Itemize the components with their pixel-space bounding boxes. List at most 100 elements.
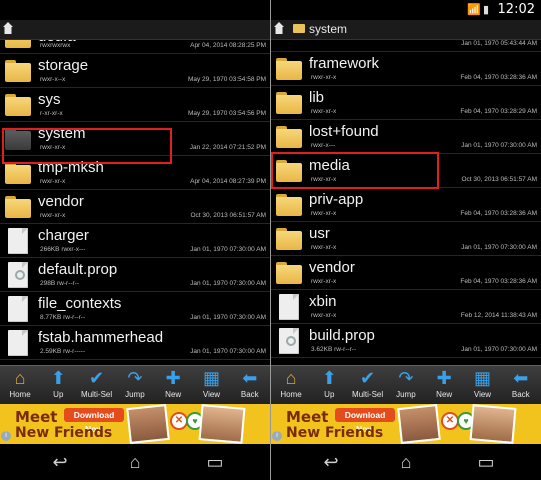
folder-icon — [276, 92, 302, 116]
view-button[interactable]: ▦ View — [193, 368, 231, 402]
file-name: tmp-mksh — [38, 159, 104, 176]
list-item[interactable]: lib rwxr-xr-x Feb 04, 1970 03:28:29 AM — [271, 86, 541, 120]
back-button[interactable]: ⬅ Back — [502, 368, 540, 402]
ad-text-line2: New Friends — [15, 425, 113, 441]
list-item[interactable]: media rwxr-xr-x Oct 30, 2013 06:51:57 AM — [271, 154, 541, 188]
folder-icon — [276, 58, 302, 82]
recents-icon[interactable]: ▭ — [195, 452, 235, 472]
file-date: May 29, 1970 03:54:58 PM — [187, 76, 266, 83]
file-name: default.prop — [38, 261, 118, 278]
ad-photo — [469, 404, 517, 444]
path-bar[interactable]: system — [271, 20, 541, 40]
recents-icon[interactable]: ▭ — [466, 452, 506, 472]
arrow-up-icon: ⬆ — [321, 368, 337, 388]
file-icon — [8, 228, 28, 254]
jump-button[interactable]: ↷ Jump — [387, 368, 425, 402]
file-permissions: 3.62KB rw-r--r-- — [311, 346, 357, 353]
file-permissions: rwxr-xr-x — [40, 144, 66, 151]
jump-arrow-icon: ↷ — [127, 368, 143, 388]
list-item[interactable]: lost+found rwxr-x--- Jan 01, 1970 07:30:00… — [271, 120, 541, 154]
up-button[interactable]: ⬆ Up — [39, 368, 77, 402]
toolbar-label: New — [165, 390, 182, 399]
file-date: Oct 30, 2013 06:51:57 AM — [461, 176, 537, 183]
up-button[interactable]: ⬆ Up — [310, 368, 348, 402]
home-button[interactable]: ⌂ Home — [1, 368, 39, 402]
file-date: Jan 01, 1970 07:30:00 AM — [461, 346, 537, 353]
list-item[interactable]: xbin rwxr-xr-x Feb 12, 2014 11:38:43 AM — [271, 290, 541, 324]
home-button[interactable]: ⌂ Home — [272, 368, 310, 402]
download-now-button[interactable]: Download Now — [335, 408, 395, 434]
multi-sel-button[interactable]: ✔ Multi-Sel — [78, 368, 116, 402]
list-item[interactable]: framework rwxr-xr-x Feb 04, 1970 03:28:36 … — [271, 52, 541, 86]
download-now-button[interactable]: Download Now — [64, 408, 124, 434]
file-permissions: 298B rw-r--r-- — [40, 280, 79, 287]
back-icon[interactable]: ↩ — [40, 452, 80, 472]
toolbar-label: View — [202, 390, 221, 399]
toolbar-label: Jump — [125, 390, 145, 399]
folder-icon — [276, 194, 302, 218]
file-name: vendor — [38, 193, 84, 210]
grid-view-icon: ▦ — [473, 368, 491, 388]
multi-sel-button[interactable]: ✔ Multi-Sel — [349, 368, 387, 402]
list-item[interactable]: usr rwxr-xr-x Jan 01, 1970 07:30:00 AM — [271, 222, 541, 256]
info-icon[interactable]: i — [272, 431, 282, 441]
path-bar[interactable] — [0, 20, 270, 40]
file-name: usr — [309, 225, 330, 242]
left-pane: rwxrwxrwx Apr 04, 2014 08:28:25 PM storage… — [0, 0, 270, 480]
ad-banner[interactable]: i Meet Download Now New Friends ✕ ♥ — [271, 404, 541, 444]
file-date: Feb 12, 2014 11:38:43 AM — [460, 312, 537, 319]
file-date: Jan 01, 1970 07:30:00 AM — [461, 244, 537, 251]
file-date: Jan 01, 1970 07:30:00 AM — [190, 348, 266, 355]
file-date: Jan 22, 2014 07:21:52 PM — [189, 144, 266, 151]
home-icon[interactable] — [3, 22, 13, 34]
new-button[interactable]: ✚ New — [154, 368, 192, 402]
file-permissions: 266KB rwxr-x--- — [40, 246, 86, 253]
folder-icon — [5, 60, 31, 84]
home-icon[interactable]: ⌂ — [386, 452, 426, 472]
file-date: Jan 01, 1970 05:43:44 AM — [461, 40, 537, 47]
home-icon: ⌂ — [285, 368, 297, 388]
file-permissions: rwxr-xr-x — [311, 176, 337, 183]
file-permissions: rwxr-xr-x — [40, 178, 66, 185]
toolbar-label: Up — [53, 390, 64, 399]
list-item[interactable]: Jan 01, 1970 05:43:44 AM — [271, 40, 541, 52]
list-item[interactable]: vendor rwxr-xr-x Oct 30, 2013 06:51:57 AM — [0, 190, 270, 224]
list-item[interactable]: vendor rwxr-xr-x Feb 04, 1970 03:28:36 AM — [271, 256, 541, 290]
file-list: Jan 01, 1970 05:43:44 AM framework rwxr-xr… — [271, 40, 541, 365]
file-date: Oct 30, 2013 06:51:57 AM — [190, 212, 266, 219]
file-name: lost+found — [309, 123, 379, 140]
arrow-left-icon: ⬅ — [513, 368, 529, 388]
file-list: rwxrwxrwx Apr 04, 2014 08:28:25 PM storage… — [0, 40, 270, 365]
file-date: Feb 04, 1970 03:28:36 AM — [460, 278, 537, 285]
toolbar-label: New — [436, 390, 453, 399]
ad-text-line2: New Friends — [286, 425, 384, 441]
list-item[interactable]: system rwxr-xr-x Jan 22, 2014 07:21:52 PM — [0, 122, 270, 156]
list-item[interactable]: fstab.hammerhead 2.59KB rw-r----- Jan 01, … — [0, 326, 270, 360]
file-icon — [8, 330, 28, 356]
list-item[interactable]: storage rwxr-x--x May 29, 1970 03:54:58 PM — [0, 54, 270, 88]
view-button[interactable]: ▦ View — [464, 368, 502, 402]
list-item[interactable]: default.prop 298B rw-r--r-- Jan 01, 1970 0… — [0, 258, 270, 292]
home-icon[interactable]: ⌂ — [115, 452, 155, 472]
ad-banner[interactable]: i Meet Download Now New Friends ✕ ♥ — [0, 404, 270, 444]
jump-button[interactable]: ↷ Jump — [116, 368, 154, 402]
file-permissions: r-xr-xr-x — [40, 110, 63, 117]
new-button[interactable]: ✚ New — [425, 368, 463, 402]
list-item[interactable]: charger 266KB rwxr-x--- Jan 01, 1970 07:30… — [0, 224, 270, 258]
list-item[interactable]: file_contexts 8.77KB rw-r--r-- Jan 01, 197… — [0, 292, 270, 326]
list-item[interactable]: build.prop 3.62KB rw-r--r-- Jan 01, 1970 0… — [271, 324, 541, 358]
back-icon[interactable]: ↩ — [311, 452, 351, 472]
list-item[interactable]: tmp-mksh rwxr-xr-x Apr 04, 2014 08:27:39 P… — [0, 156, 270, 190]
checkmark-icon: ✔ — [89, 368, 105, 388]
jump-arrow-icon: ↷ — [398, 368, 414, 388]
list-item[interactable]: priv-app rwxr-xr-x Feb 04, 1970 03:28:36 A… — [271, 188, 541, 222]
folder-icon — [5, 196, 31, 220]
right-pane: 📶▮ 12:02 system Jan 01, 1970 05:43:44 AM… — [271, 0, 541, 480]
toolbar-label: Home — [9, 390, 31, 399]
home-icon[interactable] — [274, 22, 284, 34]
list-item[interactable]: sys r-xr-xr-x May 29, 1970 03:54:56 PM — [0, 88, 270, 122]
info-icon[interactable]: i — [1, 431, 11, 441]
folder-icon — [276, 228, 302, 252]
back-button[interactable]: ⬅ Back — [231, 368, 269, 402]
toolbar: ⌂ Home ⬆ Up ✔ Multi-Sel ↷ Jump ✚ New ▦ View ⬅ Back — [271, 365, 541, 404]
